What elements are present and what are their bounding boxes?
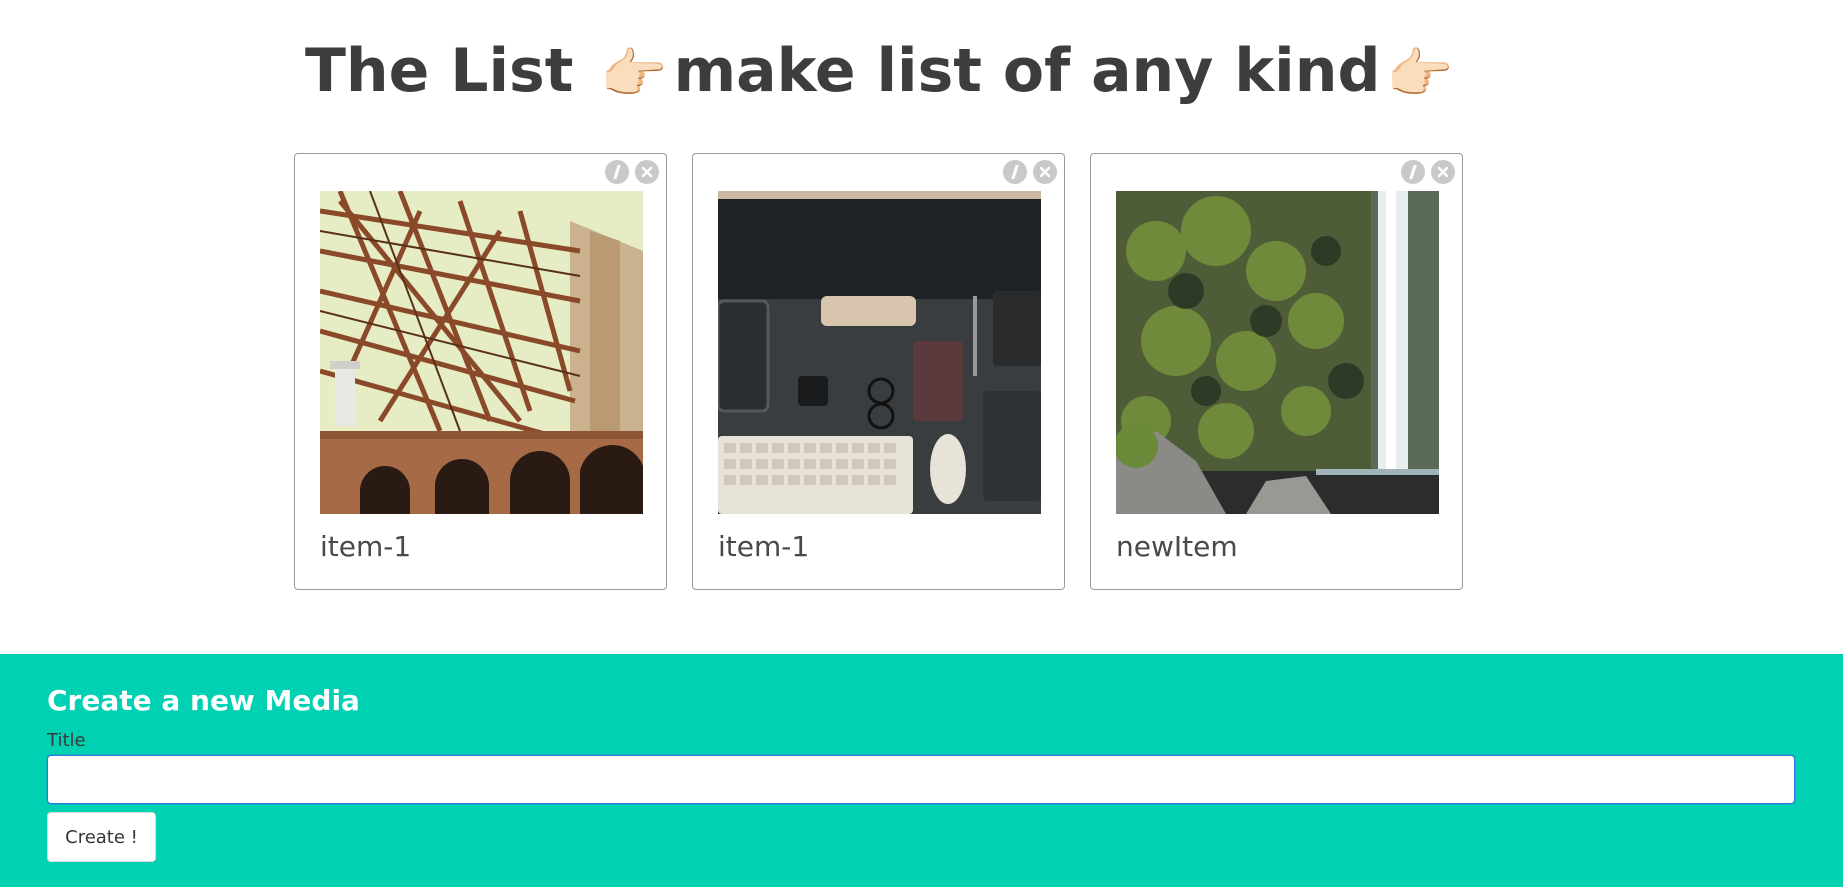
close-icon[interactable]: [1033, 160, 1057, 184]
title-label: Title: [47, 730, 86, 751]
media-card-list: item-1 item-1 newItem: [294, 153, 1463, 590]
title-input[interactable]: [47, 755, 1795, 804]
media-card: newItem: [1090, 153, 1463, 590]
close-icon[interactable]: [635, 160, 659, 184]
pencil-icon[interactable]: [605, 160, 629, 184]
pencil-icon[interactable]: [1401, 160, 1425, 184]
desk-photo: [718, 191, 1041, 514]
pencil-icon[interactable]: [1003, 160, 1027, 184]
close-icon[interactable]: [1431, 160, 1455, 184]
card-actions: [1401, 160, 1455, 184]
create-heading: Create a new Media: [47, 684, 360, 717]
bridge-photo: [320, 191, 643, 514]
card-image: [320, 191, 643, 514]
card-image: [1116, 191, 1439, 514]
create-media-panel: Create a new Media Title Create !: [0, 654, 1843, 887]
media-card: item-1: [294, 153, 667, 590]
title-end: make list of any kind: [673, 36, 1381, 106]
page-title: The List 👉🏻 make list of any kind 👉🏻: [305, 36, 1460, 106]
title-start: The List: [305, 36, 574, 106]
card-image: [718, 191, 1041, 514]
card-actions: [605, 160, 659, 184]
pointing-right-icon: 👉🏻: [1386, 42, 1454, 106]
pointing-right-icon: 👉🏻: [600, 42, 668, 106]
create-button[interactable]: Create !: [47, 812, 156, 862]
card-title: newItem: [1116, 530, 1238, 563]
card-title: item-1: [320, 530, 412, 563]
waterfall-photo: [1116, 191, 1439, 514]
media-card: item-1: [692, 153, 1065, 590]
card-actions: [1003, 160, 1057, 184]
card-title: item-1: [718, 530, 810, 563]
